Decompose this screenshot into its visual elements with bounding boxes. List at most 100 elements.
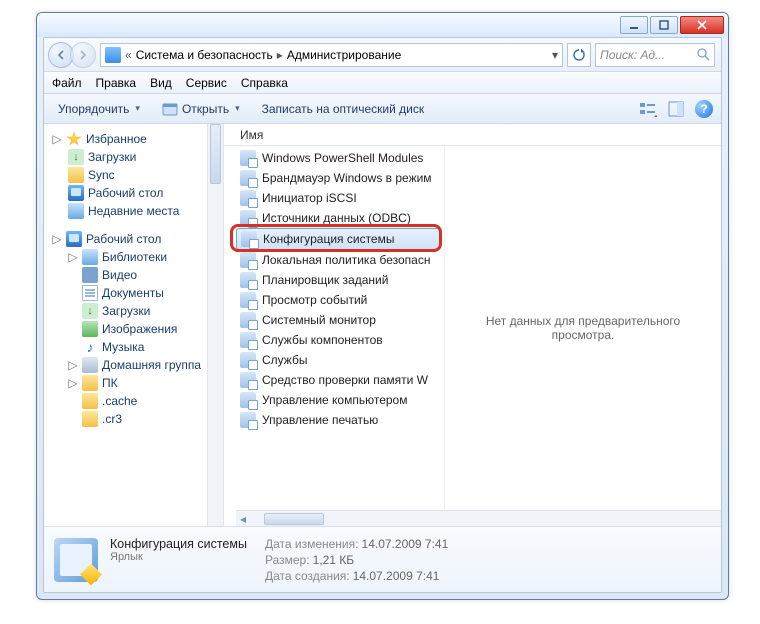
images-icon bbox=[82, 321, 98, 337]
refresh-button[interactable] bbox=[567, 43, 591, 67]
shortcut-icon bbox=[240, 352, 256, 368]
file-row[interactable]: Брандмауэр Windows в режим bbox=[236, 168, 440, 188]
file-row[interactable]: Средство проверки памяти W bbox=[236, 370, 440, 390]
control-panel-icon bbox=[105, 47, 121, 63]
maximize-icon bbox=[659, 20, 669, 30]
file-row[interactable]: Управление компьютером bbox=[236, 390, 440, 410]
forward-button[interactable] bbox=[70, 42, 96, 68]
tree-desktop-root[interactable]: ▷Рабочий стол bbox=[52, 230, 221, 248]
file-label: Локальная политика безопасн bbox=[262, 253, 430, 267]
file-label: Брандмауэр Windows в режим bbox=[262, 171, 432, 185]
file-label: Windows PowerShell Modules bbox=[262, 151, 423, 165]
menu-help[interactable]: Справка bbox=[241, 76, 288, 90]
star-icon bbox=[66, 131, 82, 147]
content-area: Имя Windows PowerShell Modules Брандмауэр… bbox=[224, 124, 721, 526]
open-icon bbox=[162, 101, 178, 117]
tree-music[interactable]: ♪Музыка bbox=[52, 338, 221, 356]
maximize-button[interactable] bbox=[650, 16, 678, 34]
file-label: Средство проверки памяти W bbox=[262, 373, 428, 387]
tree-scrollbar[interactable] bbox=[207, 124, 223, 526]
desktop-icon bbox=[66, 231, 82, 247]
shortcut-icon bbox=[241, 231, 257, 247]
file-label: Службы bbox=[262, 353, 307, 367]
file-row[interactable]: Просмотр событий bbox=[236, 290, 440, 310]
toolbar: Упорядочить Открыть Записать на оптическ… bbox=[44, 94, 721, 124]
tree-libraries[interactable]: ▷Библиотеки bbox=[52, 248, 221, 266]
organize-button[interactable]: Упорядочить bbox=[52, 100, 146, 118]
shortcut-icon bbox=[240, 252, 256, 268]
tree-cr3[interactable]: .cr3 bbox=[52, 410, 221, 428]
breadcrumb-seg-1[interactable]: Система и безопасность bbox=[136, 48, 273, 62]
file-label: Источники данных (ODBC) bbox=[262, 211, 411, 225]
scroll-left-icon[interactable]: ◂ bbox=[236, 512, 250, 526]
shortcut-icon bbox=[240, 332, 256, 348]
file-list[interactable]: Windows PowerShell Modules Брандмауэр Win… bbox=[224, 146, 444, 510]
minimize-button[interactable] bbox=[620, 16, 648, 34]
menu-edit[interactable]: Правка bbox=[96, 76, 137, 90]
breadcrumb[interactable]: « Система и безопасность ▸ Администриров… bbox=[100, 43, 563, 67]
tree-desktop[interactable]: Рабочий стол bbox=[52, 184, 221, 202]
details-file-icon bbox=[54, 538, 98, 582]
tree-downloads-lib[interactable]: Загрузки bbox=[52, 302, 221, 320]
menu-tools[interactable]: Сервис bbox=[186, 76, 227, 90]
tree-homegroup[interactable]: ▷Домашняя группа bbox=[52, 356, 221, 374]
help-button[interactable]: ? bbox=[695, 100, 713, 118]
tree-cache[interactable]: .cache bbox=[52, 392, 221, 410]
menu-view[interactable]: Вид bbox=[150, 76, 172, 90]
preview-pane-button[interactable] bbox=[667, 101, 685, 117]
shortcut-icon bbox=[240, 150, 256, 166]
column-header-name[interactable]: Имя bbox=[224, 124, 721, 146]
tree-recent[interactable]: Недавние места bbox=[52, 202, 221, 220]
libraries-icon bbox=[82, 249, 98, 265]
file-label: Системный монитор bbox=[262, 313, 376, 327]
tree-sync[interactable]: Sync bbox=[52, 166, 221, 184]
file-label: Просмотр событий bbox=[262, 293, 367, 307]
tree-video[interactable]: Видео bbox=[52, 266, 221, 284]
download-icon bbox=[82, 303, 98, 319]
file-row[interactable]: Windows PowerShell Modules bbox=[236, 148, 440, 168]
file-label: Управление печатью bbox=[262, 413, 378, 427]
download-icon bbox=[68, 149, 84, 165]
breadcrumb-dropdown[interactable]: ▾ bbox=[552, 48, 558, 62]
folder-icon bbox=[82, 411, 98, 427]
document-icon bbox=[82, 285, 98, 301]
file-row[interactable]: Источники данных (ODBC) bbox=[236, 208, 440, 228]
shortcut-icon bbox=[240, 412, 256, 428]
burn-button[interactable]: Записать на оптический диск bbox=[256, 100, 431, 118]
tree-favorites[interactable]: ▷Избранное bbox=[52, 130, 221, 148]
details-title: Конфигурация системы bbox=[110, 537, 247, 551]
file-row[interactable]: Службы компонентов bbox=[236, 330, 440, 350]
tree-images[interactable]: Изображения bbox=[52, 320, 221, 338]
shortcut-icon bbox=[240, 292, 256, 308]
close-button[interactable] bbox=[680, 16, 724, 34]
file-row[interactable]: Службы bbox=[236, 350, 440, 370]
file-row[interactable]: Конфигурация системы bbox=[236, 228, 440, 250]
scrollbar-thumb[interactable] bbox=[210, 124, 221, 184]
pc-icon bbox=[82, 375, 98, 391]
open-button[interactable]: Открыть bbox=[156, 99, 246, 119]
breadcrumb-seg-2[interactable]: Администрирование bbox=[287, 48, 401, 62]
file-label: Планировщик заданий bbox=[262, 273, 388, 287]
search-placeholder: Поиск: Ад... bbox=[600, 48, 665, 62]
view-options-button[interactable] bbox=[639, 101, 657, 117]
file-row[interactable]: Планировщик заданий bbox=[236, 270, 440, 290]
desktop-icon bbox=[68, 185, 84, 201]
homegroup-icon bbox=[82, 357, 98, 373]
menu-file[interactable]: Файл bbox=[52, 76, 82, 90]
file-row[interactable]: Инициатор iSCSI bbox=[236, 188, 440, 208]
list-hscrollbar[interactable]: ◂ bbox=[236, 510, 721, 526]
tree-pc[interactable]: ▷ПК bbox=[52, 374, 221, 392]
navigation-tree[interactable]: ▷Избранное Загрузки Sync Рабочий стол Не… bbox=[44, 124, 224, 526]
navigation-row: « Система и безопасность ▸ Администриров… bbox=[44, 38, 721, 72]
folder-icon bbox=[82, 393, 98, 409]
file-row[interactable]: Локальная политика безопасн bbox=[236, 250, 440, 270]
search-input[interactable]: Поиск: Ад... bbox=[595, 43, 715, 67]
file-row[interactable]: Системный монитор bbox=[236, 310, 440, 330]
tree-downloads[interactable]: Загрузки bbox=[52, 148, 221, 166]
file-row[interactable]: Управление печатью bbox=[236, 410, 440, 430]
refresh-icon bbox=[573, 49, 585, 61]
tree-documents[interactable]: Документы bbox=[52, 284, 221, 302]
scrollbar-thumb[interactable] bbox=[264, 513, 324, 525]
shortcut-icon bbox=[240, 392, 256, 408]
nav-buttons bbox=[48, 42, 96, 68]
